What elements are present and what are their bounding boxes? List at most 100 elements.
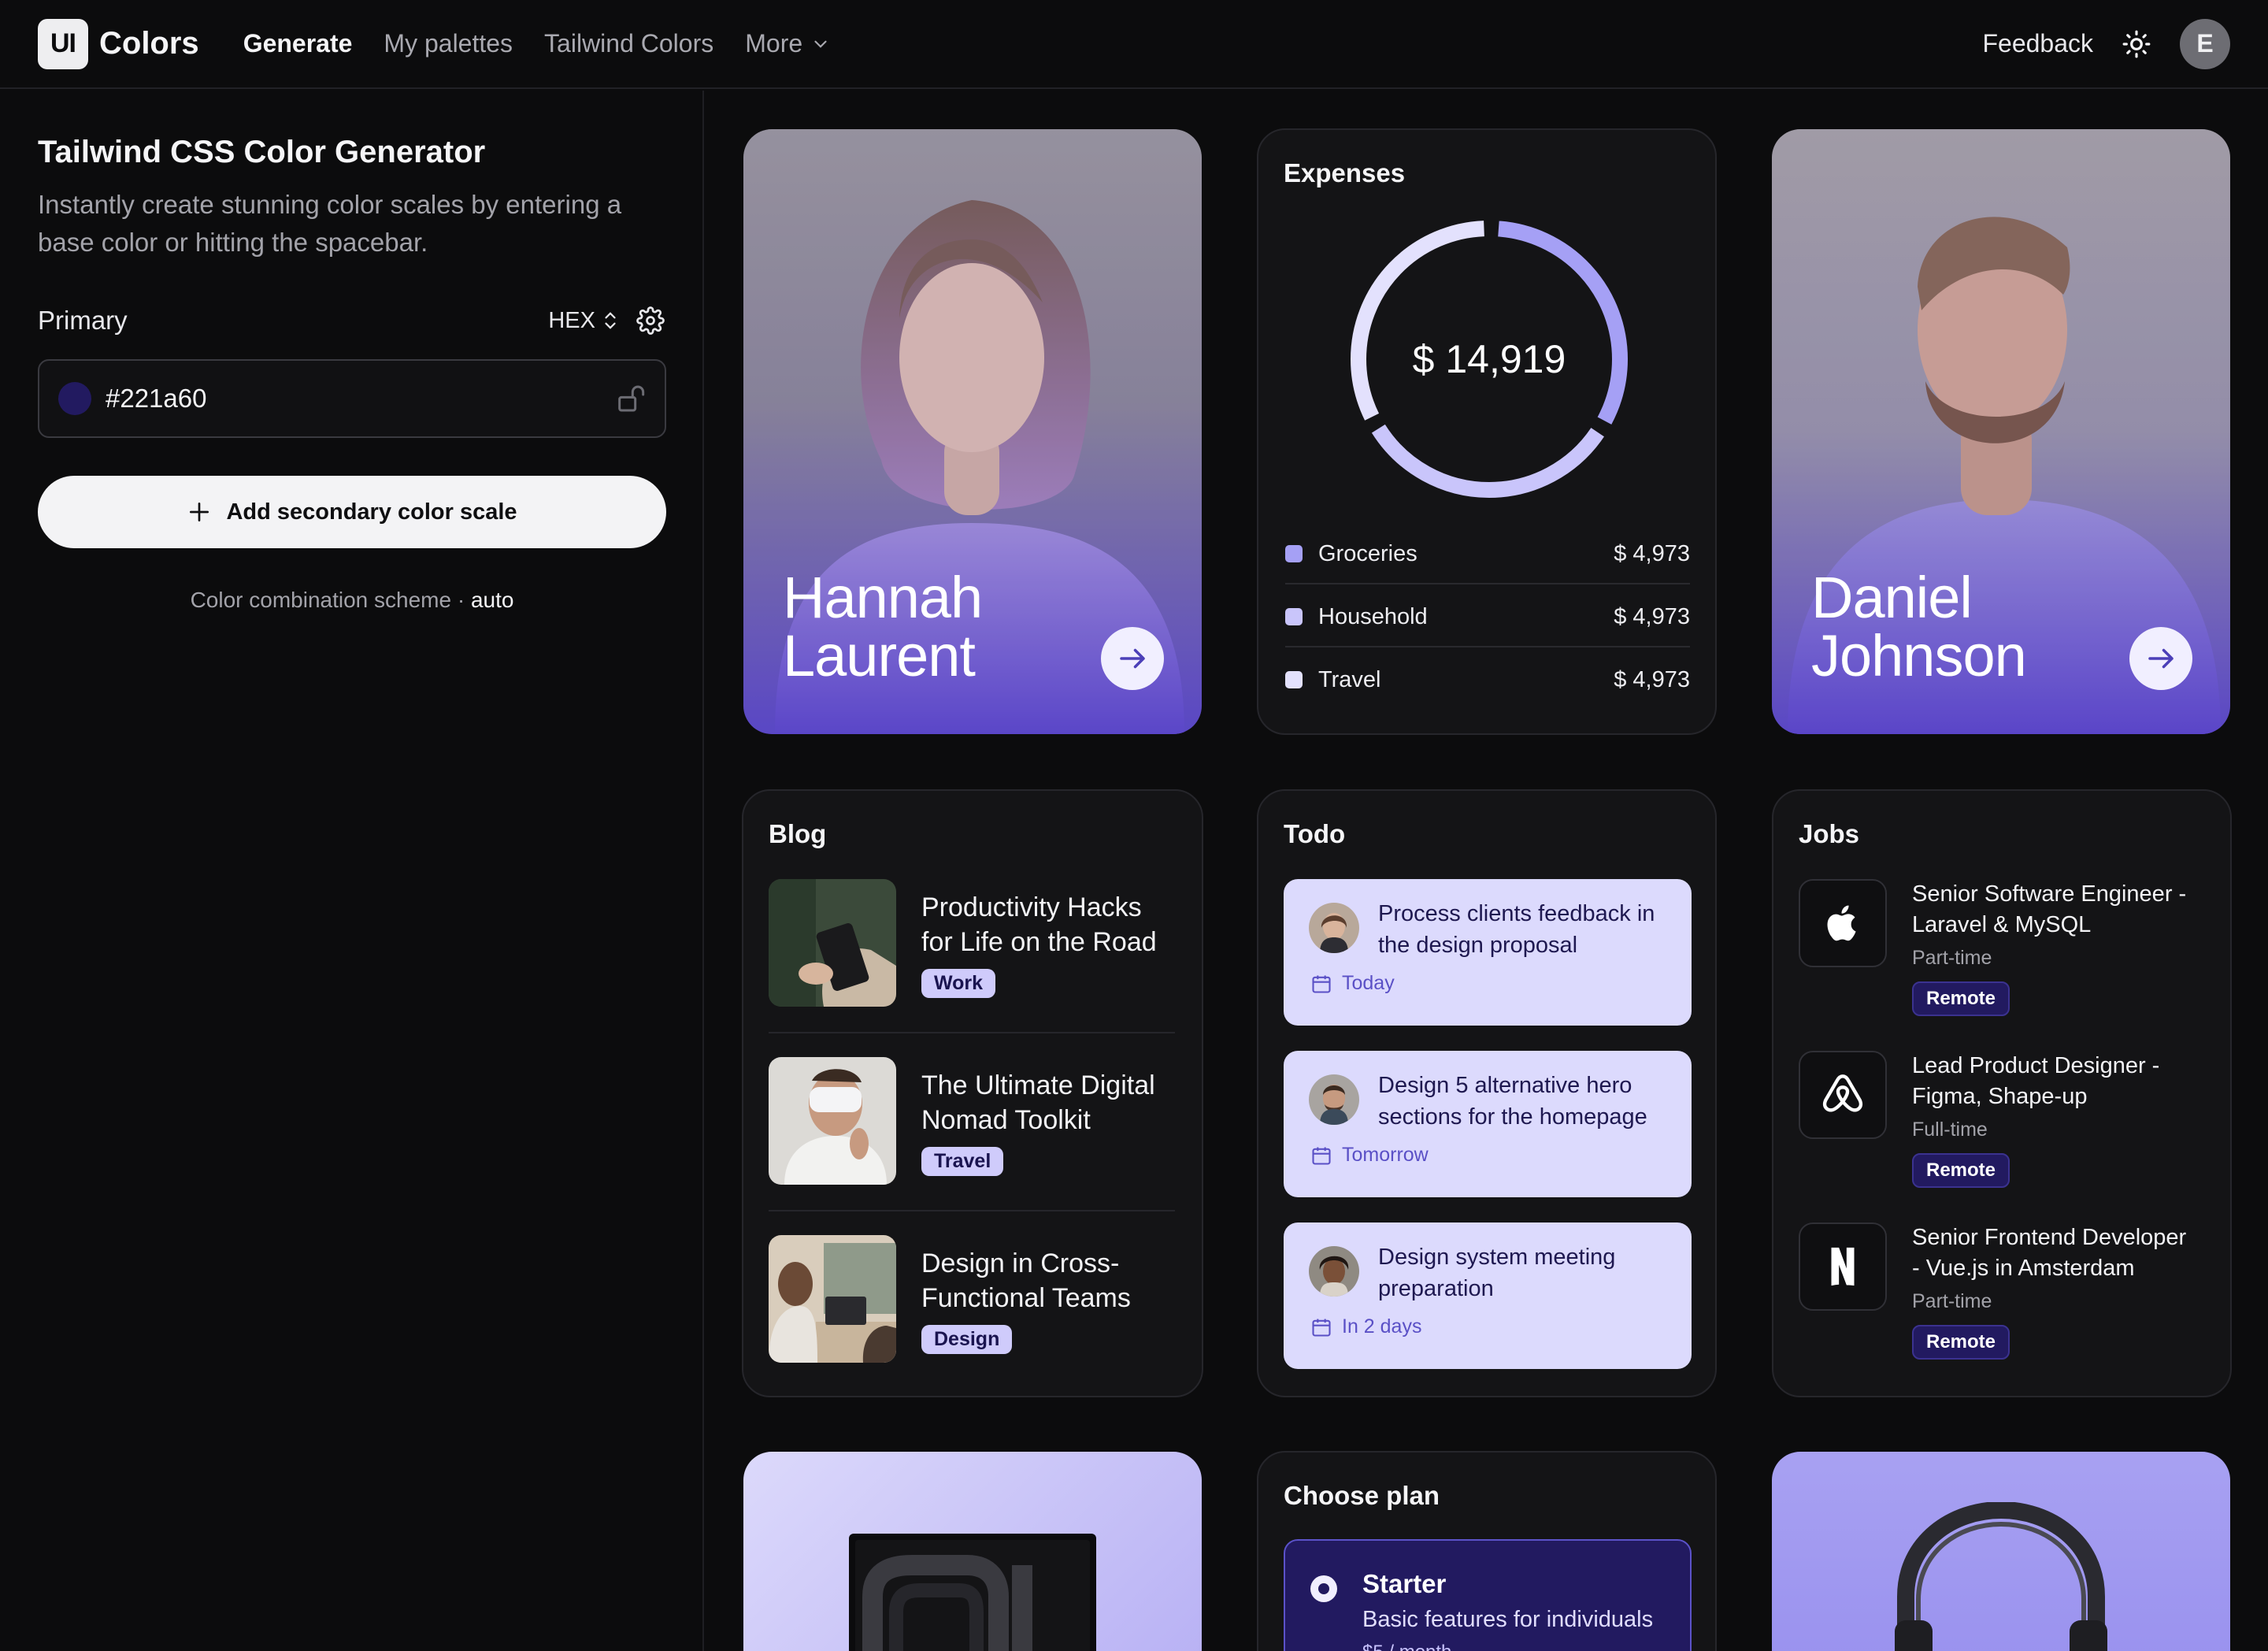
todo-text: Design 5 alternative hero sections for t… — [1378, 1070, 1677, 1133]
user-avatar[interactable]: E — [2180, 18, 2230, 69]
logo-text: Colors — [99, 26, 199, 61]
lock-toggle[interactable] — [614, 383, 646, 414]
company-logo — [1799, 1051, 1887, 1139]
todo-item[interactable]: Design 5 alternative hero sections for t… — [1284, 1051, 1692, 1197]
sun-icon — [2122, 30, 2151, 58]
plan-price: $5 / month — [1362, 1642, 1451, 1651]
avatar — [1309, 1074, 1359, 1125]
job-type: Full-time — [1912, 1119, 1988, 1141]
settings-button[interactable] — [619, 306, 665, 335]
todo-title: Todo — [1284, 819, 1346, 848]
expense-amount: $ 4,973 — [1614, 603, 1690, 629]
chevron-up-down-icon — [605, 312, 616, 329]
format-select[interactable]: HEX — [548, 308, 619, 334]
calendar-icon — [1312, 1147, 1331, 1165]
color-swatch[interactable] — [58, 382, 91, 415]
nav-tailwind-colors[interactable]: Tailwind Colors — [544, 29, 713, 58]
choose-plan-card: Choose plan Starter Basic features for i… — [1257, 1451, 1717, 1651]
top-right-actions: Feedback E — [1982, 18, 2230, 69]
todo-text-line: Design system meeting — [1378, 1245, 1616, 1270]
gear-icon — [636, 306, 665, 335]
nav-more[interactable]: More — [745, 29, 831, 58]
todo-text-line: preparation — [1378, 1276, 1494, 1301]
profile-open-button[interactable] — [1101, 627, 1164, 690]
expense-amount: $ 4,973 — [1614, 666, 1690, 692]
divider — [769, 1210, 1175, 1211]
product-card[interactable] — [743, 1452, 1202, 1651]
todo-item[interactable]: Process clients feedback in the design p… — [1284, 879, 1692, 1026]
expense-row-travel: Travel $ 4,973 — [1285, 648, 1690, 711]
blog-title-line: Functional Teams — [921, 1282, 1131, 1313]
blog-tag[interactable]: Work — [921, 968, 996, 998]
blog-item-title[interactable]: Productivity Hacks for Life on the Road — [921, 890, 1157, 959]
company-logo — [1799, 1222, 1887, 1311]
todo-due-text: Today — [1342, 972, 1395, 994]
job-title-line: Laravel & MySQL — [1912, 912, 2092, 937]
calendar-icon — [1312, 1319, 1331, 1337]
blog-title-line: for Life on the Road — [921, 926, 1157, 957]
job-listing[interactable]: Senior Frontend Developer - Vue.js in Am… — [1799, 1222, 2208, 1380]
color-hex-value[interactable]: #221a60 — [106, 384, 206, 414]
blog-item-title[interactable]: Design in Cross- Functional Teams — [921, 1246, 1131, 1315]
netflix-icon — [1831, 1247, 1855, 1286]
job-title[interactable]: Senior Software Engineer - Laravel & MyS… — [1912, 879, 2211, 941]
profile-first-name: Hannah — [783, 565, 983, 630]
expenses-donut-chart: $ 14,919 — [1351, 221, 1628, 498]
airbnb-icon — [1822, 1074, 1863, 1112]
blog-tag[interactable]: Design — [921, 1324, 1013, 1354]
profile-open-button[interactable] — [2129, 627, 2192, 690]
expenses-title: Expenses — [1284, 158, 1406, 187]
arrow-right-icon — [1120, 648, 1145, 669]
primary-color-input[interactable]: #221a60 — [38, 359, 666, 438]
remote-badge: Remote — [1912, 981, 2010, 1016]
todo-item[interactable]: Design system meeting preparation In 2 d… — [1284, 1222, 1692, 1369]
feedback-link[interactable]: Feedback — [1982, 29, 2093, 58]
color-scheme-selector[interactable]: Color combination scheme · auto — [38, 588, 666, 613]
theme-toggle[interactable] — [2122, 29, 2151, 59]
blog-item-title[interactable]: The Ultimate Digital Nomad Toolkit — [921, 1068, 1155, 1137]
todo-due: In 2 days — [1310, 1315, 1421, 1338]
blog-tag[interactable]: Travel — [921, 1146, 1004, 1176]
format-value: HEX — [548, 307, 595, 333]
add-secondary-color-button[interactable]: Add secondary color scale — [38, 476, 666, 548]
job-title[interactable]: Senior Frontend Developer - Vue.js in Am… — [1912, 1222, 2211, 1284]
avatar — [1309, 1246, 1359, 1297]
legend-dot — [1285, 608, 1303, 625]
blog-title-line: The Ultimate Digital — [921, 1070, 1155, 1100]
blog-thumbnail — [769, 879, 896, 1007]
job-type: Part-time — [1912, 1290, 1992, 1312]
plus-icon — [190, 503, 209, 521]
job-listing[interactable]: Senior Software Engineer - Laravel & MyS… — [1799, 879, 2208, 1037]
logo[interactable]: UI Colors — [38, 18, 199, 69]
top-bar: UI Colors Generate My palettes Tailwind … — [0, 0, 2268, 89]
apple-icon — [1827, 905, 1856, 941]
blog-item[interactable]: Design in Cross- Functional Teams Design — [769, 1235, 1175, 1364]
arrow-right-icon — [2148, 648, 2174, 669]
profile-card-hannah[interactable]: Hannah Laurent — [743, 129, 1202, 734]
todo-card: Todo Process clients feedback in the des… — [1257, 789, 1717, 1397]
primary-row: Primary HEX — [38, 306, 665, 336]
profile-first-name: Daniel — [1811, 565, 1973, 630]
unlock-icon — [618, 385, 645, 412]
nav-my-palettes[interactable]: My palettes — [384, 29, 513, 58]
job-title[interactable]: Lead Product Designer - Figma, Shape-up — [1912, 1051, 2211, 1112]
plan-option-starter[interactable]: Starter Basic features for individuals $… — [1284, 1539, 1692, 1651]
blog-thumbnail — [769, 1235, 896, 1363]
nav-generate[interactable]: Generate — [243, 29, 353, 58]
blog-item[interactable]: Productivity Hacks for Life on the Road … — [769, 879, 1175, 1008]
todo-text-line: sections for the homepage — [1378, 1104, 1647, 1130]
job-title-line: - Vue.js in Amsterdam — [1912, 1256, 2135, 1281]
profile-card-daniel[interactable]: Daniel Johnson — [1772, 129, 2230, 734]
todo-due: Today — [1310, 972, 1395, 995]
job-title-line: Senior Software Engineer - — [1912, 881, 2187, 907]
scheme-value[interactable]: auto — [471, 588, 514, 612]
headphones-card[interactable] — [1772, 1452, 2230, 1651]
blog-item[interactable]: The Ultimate Digital Nomad Toolkit Trave… — [769, 1057, 1175, 1186]
legend-dot — [1285, 671, 1303, 688]
blog-title-line: Design in Cross- — [921, 1248, 1120, 1278]
job-listing[interactable]: Lead Product Designer - Figma, Shape-up … — [1799, 1051, 2208, 1208]
expenses-total: $ 14,919 — [1413, 337, 1566, 381]
main-nav: Generate My palettes Tailwind Colors Mor… — [243, 29, 831, 58]
blog-title-line: Productivity Hacks — [921, 892, 1142, 922]
plan-radio[interactable] — [1310, 1575, 1337, 1602]
